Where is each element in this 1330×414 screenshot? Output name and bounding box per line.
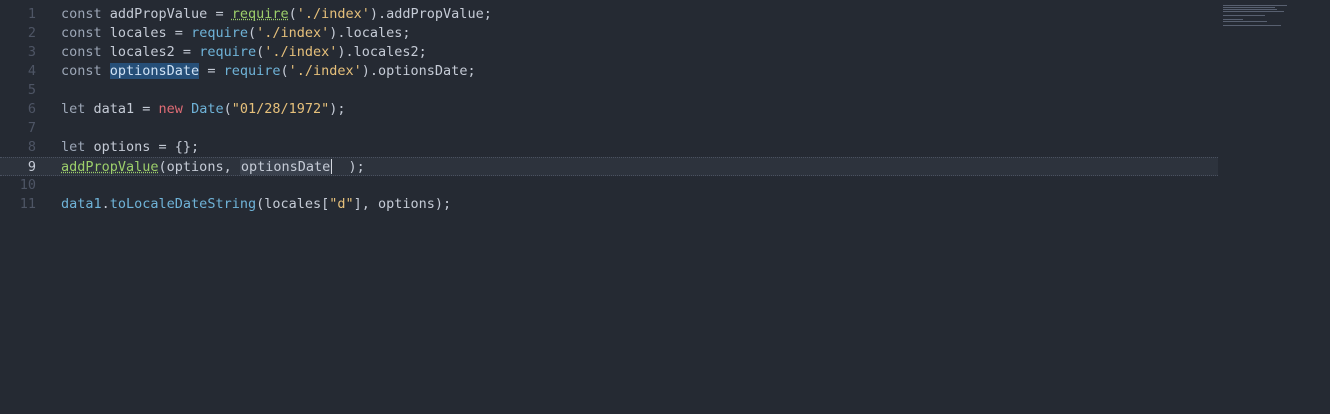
code-token: require	[231, 6, 289, 22]
minimap-line	[1223, 5, 1287, 6]
code-text[interactable]: const locales2 = require('./index').loca…	[61, 43, 427, 62]
code-token: optionsDate	[109, 63, 200, 79]
code-line[interactable]: 10	[0, 176, 1218, 195]
line-number: 6	[27, 101, 36, 117]
code-token: ).locales2;	[337, 44, 427, 60]
line-number: 8	[27, 139, 36, 155]
code-token: "d"	[329, 196, 354, 212]
code-text[interactable]: const locales = require('./index').local…	[61, 24, 411, 43]
line-number: 1	[27, 6, 36, 22]
code-token: toLocaleDateString	[109, 196, 257, 212]
code-token: locales =	[109, 25, 192, 41]
code-token: './index'	[288, 63, 362, 79]
minimap-line	[1223, 21, 1267, 22]
code-token: './index'	[296, 6, 370, 22]
line-number: 2	[27, 25, 36, 41]
code-line[interactable]: 8 let options = {};	[0, 138, 1218, 157]
code-text[interactable]: const addPropValue = require('./index').…	[61, 5, 492, 24]
code-token: addPropValue =	[109, 6, 232, 22]
minimap-line	[1223, 11, 1284, 12]
code-token: let	[61, 139, 94, 155]
line-number: 7	[27, 120, 36, 136]
code-token: const	[61, 44, 110, 60]
code-text[interactable]: let options = {};	[61, 138, 199, 157]
code-line[interactable]: 9 addPropValue(options, optionsDate );	[0, 157, 1218, 176]
code-text[interactable]: addPropValue(options, optionsDate );	[61, 158, 365, 177]
code-token: "01/28/1972"	[231, 101, 330, 117]
code-token: require	[223, 63, 281, 79]
code-line[interactable]: 5	[0, 81, 1218, 100]
code-token: ], options);	[353, 196, 452, 212]
code-token: require	[199, 44, 257, 60]
code-token: (options,	[158, 159, 240, 175]
code-text[interactable]: let data1 = new Date("01/28/1972");	[61, 100, 346, 119]
line-number: 5	[27, 82, 36, 98]
code-token: (	[280, 63, 289, 79]
line-number: 10	[19, 177, 36, 193]
minimap-line	[1223, 9, 1277, 10]
minimap-line	[1223, 19, 1243, 20]
code-token: data1	[61, 196, 102, 212]
code-token: let	[61, 101, 94, 117]
minimap-line	[1223, 15, 1265, 16]
code-token: (locales[	[256, 196, 330, 212]
line-number: 11	[19, 196, 36, 212]
line-number: 4	[27, 63, 36, 79]
code-token: './index'	[264, 44, 338, 60]
code-token: ).optionsDate;	[361, 63, 476, 79]
code-token: new	[158, 101, 192, 117]
code-token: =	[199, 63, 224, 79]
code-line[interactable]: 1 const addPropValue = require('./index')…	[0, 5, 1218, 24]
code-token: .	[101, 196, 110, 212]
code-token: optionsDate	[239, 159, 332, 175]
code-token: './index'	[256, 25, 330, 41]
line-number: 9	[27, 159, 36, 175]
code-token: require	[191, 25, 248, 41]
code-token: (	[223, 101, 232, 117]
line-number: 3	[27, 44, 36, 60]
code-token: const	[61, 63, 110, 79]
code-token: );	[332, 159, 365, 175]
minimap[interactable]	[1223, 5, 1287, 29]
code-token: (	[247, 25, 257, 41]
code-token: Date	[191, 101, 224, 117]
code-token: locales2 =	[109, 44, 200, 60]
code-token: data1 =	[93, 101, 159, 117]
minimap-line	[1223, 7, 1275, 8]
code-text[interactable]: data1.toLocaleDateString(locales["d"], o…	[61, 195, 451, 214]
code-line[interactable]: 11 data1.toLocaleDateString(locales["d"],…	[0, 195, 1218, 214]
code-token: (	[288, 6, 297, 22]
code-token: (	[256, 44, 265, 60]
code-text[interactable]: const optionsDate = require('./index').o…	[61, 62, 476, 81]
code-token: ).addPropValue;	[369, 6, 492, 22]
code-line[interactable]: 6 let data1 = new Date("01/28/1972");	[0, 100, 1218, 119]
code-line[interactable]: 7	[0, 119, 1218, 138]
code-line[interactable]: 3 const locales2 = require('./index').loc…	[0, 43, 1218, 62]
code-token: addPropValue	[61, 159, 159, 175]
minimap-line	[1223, 25, 1281, 26]
code-token: const	[61, 25, 110, 41]
code-token: ).locales;	[329, 25, 411, 41]
code-line[interactable]: 4 const optionsDate = require('./index').…	[0, 62, 1218, 81]
code-token: );	[329, 101, 346, 117]
code-line[interactable]: 2 const locales = require('./index').loca…	[0, 24, 1218, 43]
code-editor[interactable]: 1 const addPropValue = require('./index')…	[0, 0, 1330, 414]
code-token: options = {};	[93, 139, 200, 155]
code-token: const	[61, 6, 110, 22]
